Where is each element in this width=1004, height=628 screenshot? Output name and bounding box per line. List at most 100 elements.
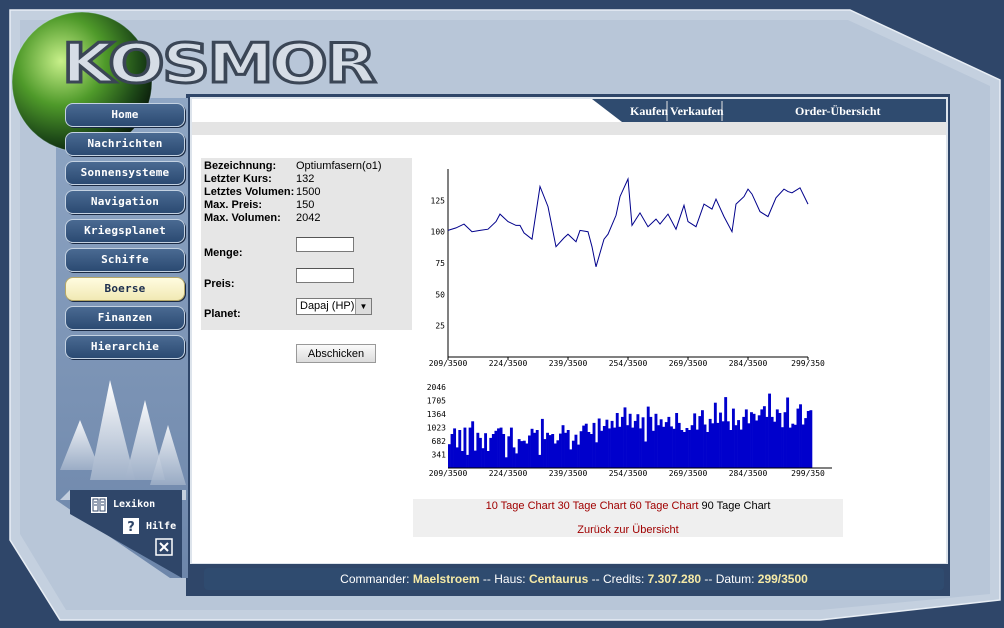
volume-bar [806,411,810,468]
nav-nachrichten-button[interactable]: Nachrichten [65,132,185,156]
volume-bar [569,449,573,468]
hilfe-link[interactable]: ? Hilfe [121,516,177,536]
volume-bar [651,430,655,468]
charts: 25 50 75 100 125 209/3500 224/3500 239/3500 254/… [427,169,832,478]
credits-value: 7.307.280 [647,572,702,586]
volume-bar [491,434,495,468]
volume-bar [543,439,547,468]
volume-bar [744,409,748,468]
nav-home-button[interactable]: Home [65,103,185,127]
lexikon-link[interactable]: Lexikon [88,494,180,516]
volume-bar [646,406,650,468]
volume-bar [706,432,710,468]
x-tick-label: 224/3500 [489,469,528,478]
nav-sonnensysteme-button[interactable]: Sonnensysteme [65,161,185,185]
volume-bar [654,413,658,468]
volume-bar [489,437,493,468]
volume-bar [497,428,500,468]
x-tick-label: 224/3500 [489,359,528,368]
volume-bar [626,425,630,468]
y-tick-label: 1705 [427,397,446,406]
volume-bar [525,443,529,468]
volume-bar [690,425,694,468]
volume-bar [551,434,555,468]
x-tick-label: 254/3500 [609,359,648,368]
volume-bar [450,434,454,468]
chart-10-tage-link[interactable]: 10 Tage Chart [486,500,555,512]
volume-bar [595,442,599,468]
volume-bar [731,408,735,468]
volume-bar [675,413,679,468]
volume-bar [520,441,524,468]
volume-bar [533,432,537,468]
volume-bar [703,424,707,468]
nav-hierarchie-button[interactable]: Hierarchie [65,335,185,359]
nav-finanzen-button[interactable]: Finanzen [65,306,185,330]
volume-bar [448,444,451,468]
volume-bar [685,428,689,468]
volume-bar [713,402,717,468]
volume-bar [796,408,800,468]
volume-bar [538,454,542,468]
nav-navigation-button[interactable]: Navigation [65,190,185,214]
zurueck-uebersicht-link[interactable]: Zurück zur Übersicht [577,524,678,536]
volume-bar [762,406,766,468]
volume-bar [737,420,741,468]
chart-range-links: 10 Tage Chart 30 Tage Chart 60 Tage Char… [413,500,843,513]
nav-boerse-button[interactable]: Boerse [65,277,185,301]
volume-bar [724,397,728,468]
commander-label: Commander: [340,572,410,586]
nav-schiffe-button[interactable]: Schiffe [65,248,185,272]
volume-bar [592,422,596,468]
volume-bar [739,429,743,468]
volume-bar [757,415,761,468]
volume-bar [698,416,702,468]
hilfe-label: Hilfe [146,521,177,532]
y-tick-label: 50 [435,290,445,299]
chart-60-tage-link[interactable]: 60 Tage Chart [630,500,699,512]
volume-bar [610,420,614,468]
volume-bar [742,416,746,468]
volume-bar [458,430,462,468]
volume-bar [574,434,578,468]
datum-value: 299/3500 [757,572,808,586]
y-tick-label: 1023 [427,424,446,433]
y-tick-label: 341 [432,451,447,460]
volume-bar [623,407,627,468]
x-tick-label: 269/3500 [669,469,708,478]
volume-bar [528,435,531,468]
volume-bar [801,424,805,468]
close-icon[interactable] [155,538,173,556]
volume-bar [471,421,475,468]
volume-bar [494,430,498,468]
volume-bar [476,432,480,468]
volume-bar [773,421,777,468]
svg-text:?: ? [127,520,135,535]
credits-label: Credits: [602,572,645,586]
y-tick-label: 100 [431,228,446,237]
separator: -- [704,572,713,586]
volume-bar [463,427,467,468]
volume-bar [502,434,506,468]
nav-kriegsplanet-button[interactable]: Kriegsplanet [65,219,185,243]
volume-bar [515,453,518,468]
x-tick-label: 209/3500 [429,359,468,368]
volume-bar [460,451,464,468]
volume-bar [657,425,660,468]
volume-bar [556,440,560,468]
volume-bar [468,427,472,468]
chart-90-tage-current: 90 Tage Chart [701,500,771,512]
volume-bar [564,432,568,468]
volume-bar [641,417,645,468]
volume-bar [775,409,779,468]
volume-bar [561,425,565,468]
separator: -- [591,572,600,586]
x-tick-label: 269/3500 [669,359,708,368]
volume-bar [628,413,632,468]
volume-bar [548,435,552,468]
volume-bar [504,457,508,468]
chart-30-tage-link[interactable]: 30 Tage Chart [558,500,627,512]
volume-bar [509,427,513,468]
volume-bar [693,413,697,468]
datum-label: Datum: [715,572,755,586]
